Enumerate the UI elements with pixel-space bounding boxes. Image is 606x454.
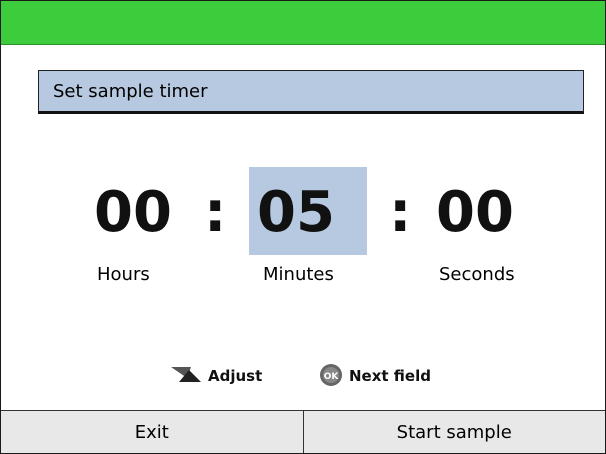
separator-2: :	[389, 180, 412, 245]
ok-icon-text: OK	[324, 372, 340, 382]
next-field-hint: Next field	[349, 367, 431, 385]
page-title: Set sample timer	[53, 81, 208, 102]
softkey-bar: Exit Start sample	[1, 410, 605, 453]
up-down-arrows-icon	[171, 367, 201, 382]
device-screen: Set sample timer 00 : 05 : 00 Hours Minu…	[0, 0, 606, 454]
separator-1: :	[204, 180, 227, 245]
title-panel: Set sample timer	[38, 70, 584, 114]
exit-button[interactable]: Exit	[1, 411, 303, 453]
minutes-value[interactable]: 05	[257, 178, 335, 248]
hours-value[interactable]: 00	[94, 178, 172, 248]
adjust-hint: Adjust	[208, 367, 263, 385]
status-bar	[1, 1, 605, 45]
start-sample-button[interactable]: Start sample	[302, 411, 606, 453]
hours-label: Hours	[97, 264, 150, 285]
seconds-label: Seconds	[439, 264, 515, 285]
ok-button-icon: OK	[320, 364, 342, 386]
minutes-label: Minutes	[263, 264, 334, 285]
seconds-value[interactable]: 00	[436, 178, 514, 248]
